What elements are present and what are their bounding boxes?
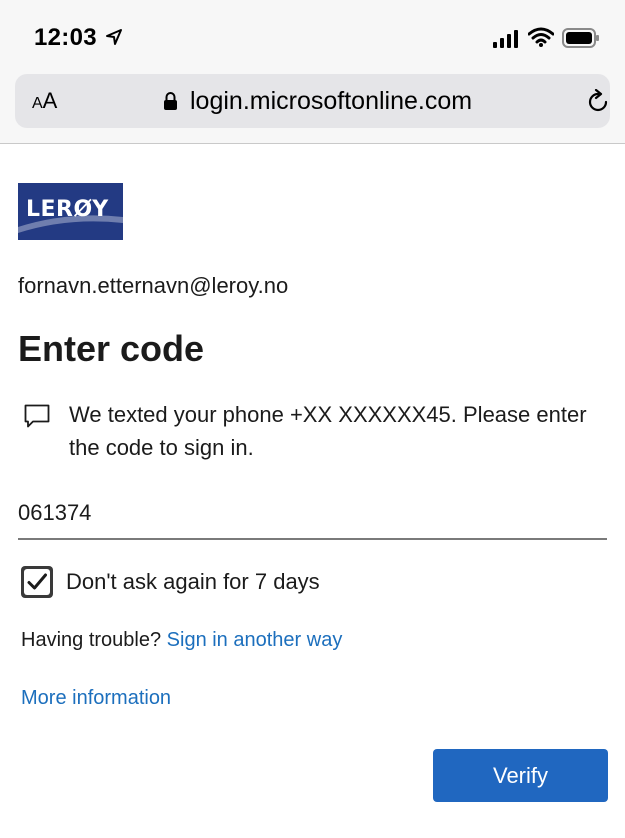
company-logo: LERØY <box>18 183 123 240</box>
sms-icon <box>24 404 50 428</box>
status-time: 12:03 <box>34 24 97 51</box>
location-arrow-icon <box>106 29 122 45</box>
reload-icon[interactable] <box>585 89 611 115</box>
url-text[interactable]: login.microsoftonline.com <box>190 87 472 116</box>
battery-icon <box>562 28 599 48</box>
account-email: fornavn.etternavn@leroy.no <box>18 273 289 298</box>
status-bar: 12:03 <box>0 0 625 72</box>
verify-button[interactable]: Verify <box>433 749 608 802</box>
remember-label[interactable]: Don't ask again for 7 days <box>66 569 320 595</box>
checkmark-icon <box>24 569 50 595</box>
page-title: Enter code <box>18 328 205 369</box>
signal-icon <box>493 30 518 48</box>
trouble-text: Having trouble? <box>21 629 162 651</box>
trouble-line: Having trouble? Sign in another way <box>21 629 342 652</box>
sms-message: We texted your phone +XX XXXXXX45. Pleas… <box>69 402 587 460</box>
wifi-icon <box>528 27 554 47</box>
more-information-link[interactable]: More information <box>21 687 171 710</box>
sign-in-another-way-link[interactable]: Sign in another way <box>167 629 343 651</box>
logo-text: LERØY <box>26 197 109 222</box>
remember-checkbox[interactable] <box>21 566 53 598</box>
address-bar[interactable]: AA login.microsoftonline.com <box>15 74 610 128</box>
browser-toolbar: AA login.microsoftonline.com <box>0 72 625 144</box>
login-page: 12:03 AA login.microsoftonline.com LERØY… <box>0 0 625 838</box>
text-size-button[interactable]: AA <box>32 88 57 114</box>
lock-icon <box>164 92 177 110</box>
code-input[interactable] <box>18 494 607 540</box>
